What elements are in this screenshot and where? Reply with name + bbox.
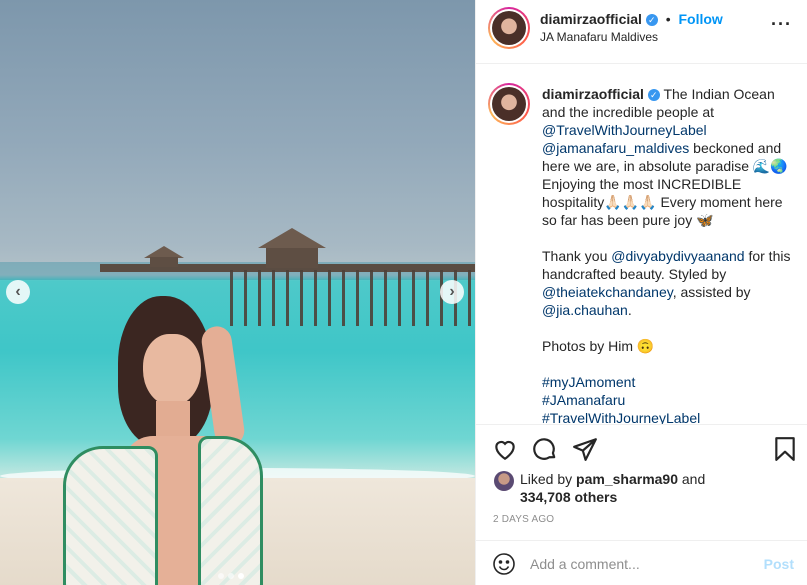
- woman-figure: [63, 296, 268, 585]
- location-link[interactable]: JA Manafaru Maldives: [540, 30, 658, 44]
- post-header: diamirzaofficial ✓ • Follow JA Manafaru …: [476, 0, 807, 64]
- caption-area: diamirzaofficial ✓ The Indian Ocean and …: [476, 65, 807, 425]
- caption-text: .: [627, 302, 632, 318]
- others-count[interactable]: 334,708 others: [520, 489, 617, 505]
- chevron-left-icon[interactable]: ‹: [6, 280, 30, 304]
- caption: diamirzaofficial ✓ The Indian Ocean and …: [542, 85, 800, 425]
- hut: [266, 248, 318, 268]
- bookmark-icon[interactable]: [772, 436, 798, 462]
- verified-badge-icon: ✓: [647, 89, 660, 101]
- mention-link[interactable]: @jia.chauhan: [542, 302, 628, 318]
- hut-roof: [258, 228, 326, 248]
- post-comment-button[interactable]: Post: [764, 556, 794, 572]
- hashtag-link[interactable]: #myJAmoment: [542, 373, 800, 391]
- and-label: and: [681, 471, 706, 487]
- smiley-icon[interactable]: [492, 552, 516, 576]
- heart-icon[interactable]: [492, 436, 518, 462]
- username-link[interactable]: diamirzaofficial: [540, 11, 642, 27]
- carousel-dot: [218, 573, 224, 579]
- comment-icon[interactable]: [532, 436, 558, 462]
- mention-link[interactable]: @TravelWithJourneyLabel: [542, 122, 707, 138]
- mention-link[interactable]: @jamanafaru_maldives: [542, 140, 689, 156]
- more-options-icon[interactable]: ···: [771, 14, 792, 35]
- timestamp[interactable]: 2 DAYS AGO: [493, 514, 554, 525]
- mention-link[interactable]: @theiatekchandaney: [542, 284, 673, 300]
- mention-link[interactable]: @divyabydivyaanand: [611, 248, 744, 264]
- chevron-right-icon[interactable]: ›: [440, 280, 464, 304]
- paper-plane-icon[interactable]: [572, 436, 598, 462]
- liker-username[interactable]: pam_sharma90: [576, 471, 678, 487]
- hashtag-link[interactable]: #JAmanafaru: [542, 391, 800, 409]
- hut-small: [150, 257, 178, 267]
- carousel-dots: [218, 573, 244, 579]
- hashtags: #myJAmoment #JAmanafaru #TravelWithJourn…: [542, 373, 800, 425]
- likes-summary: Liked by pam_sharma90 and 334,708 others: [494, 470, 794, 506]
- caption-avatar[interactable]: [488, 83, 530, 125]
- caption-text: Photos by Him 🙃: [542, 338, 655, 354]
- follow-button[interactable]: Follow: [679, 11, 723, 27]
- carousel-dot: [228, 573, 234, 579]
- separator-dot: •: [665, 11, 671, 27]
- post-panel: diamirzaofficial ✓ • Follow JA Manafaru …: [475, 0, 807, 585]
- hashtag-link[interactable]: #TravelWithJourneyLabel: [542, 409, 800, 425]
- carousel-dot-active: [238, 573, 244, 579]
- caption-text: Thank you: [542, 248, 608, 264]
- caption-text: , assisted by: [672, 284, 751, 300]
- verified-badge-icon: ✓: [645, 14, 658, 26]
- comment-bar: Post: [476, 540, 807, 585]
- comment-input[interactable]: [530, 553, 750, 575]
- caption-username[interactable]: diamirzaofficial: [542, 86, 644, 102]
- liker-avatar[interactable]: [494, 471, 514, 491]
- action-bar: [476, 424, 807, 472]
- avatar[interactable]: [488, 7, 530, 49]
- post-photo[interactable]: ‹ ›: [0, 0, 475, 585]
- liked-by-label: Liked by: [520, 471, 573, 487]
